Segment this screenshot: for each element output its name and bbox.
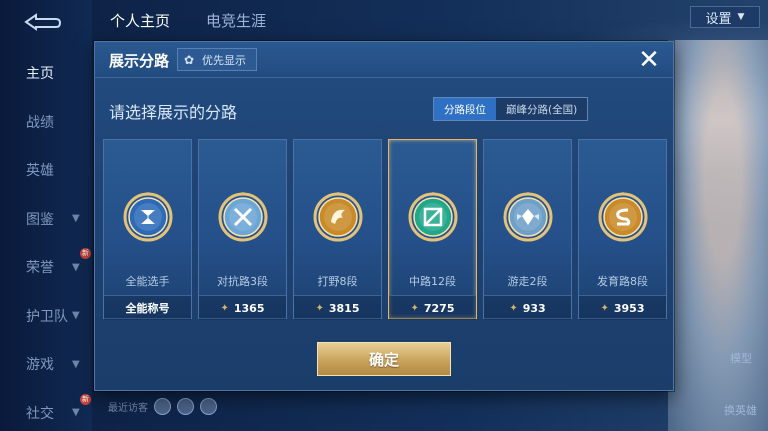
chevron-down-icon: ▼ xyxy=(737,12,745,22)
sidebar-item-label: 图鉴 xyxy=(26,211,54,228)
power-score-icon: ✦ xyxy=(220,302,229,314)
visitor-avatar[interactable] xyxy=(154,398,171,415)
lane-score: ✦ 3815 xyxy=(294,295,381,320)
lane-score: ✦ 1365 xyxy=(199,295,286,320)
lane-score: 全能称号 xyxy=(104,295,191,320)
new-badge: 新 xyxy=(80,393,91,405)
mid-lane-emblem-icon xyxy=(408,192,458,242)
clash-lane-emblem-icon xyxy=(218,192,268,242)
visitor-avatar[interactable] xyxy=(177,398,194,415)
sidebar-item[interactable]: 游戏 ▼ xyxy=(0,347,92,381)
confirm-button[interactable]: 确定 xyxy=(317,342,451,376)
priority-display-button[interactable]: ✿ 优先显示 xyxy=(177,48,257,71)
power-score-icon: ✦ xyxy=(410,302,419,314)
dialog-subtitle: 请选择展示的分路 xyxy=(109,103,238,122)
segment-lane-rank[interactable]: 分路段位 xyxy=(434,98,496,120)
sidebar: 主页 战绩 英雄 图鉴 ▼ 荣誉 ▼ 新护卫队 ▼ 游戏 ▼ 社交 ▼ 新 xyxy=(0,0,92,431)
sidebar-item-label: 战绩 xyxy=(26,114,54,131)
power-score-icon: ✦ xyxy=(315,302,324,314)
close-icon: ✕ xyxy=(638,45,660,75)
allround-emblem-icon xyxy=(123,192,173,242)
sidebar-item-label: 主页 xyxy=(26,66,54,82)
score-value: 1365 xyxy=(233,301,265,315)
lane-card[interactable]: 全能选手 全能称号 xyxy=(103,139,192,320)
chevron-down-icon: ▼ xyxy=(72,261,80,273)
recent-visitors: 最近访客 xyxy=(108,398,217,415)
lane-name: 发育路8段 xyxy=(597,275,648,288)
sidebar-item[interactable]: 主页 xyxy=(0,56,92,90)
jungle-emblem-icon xyxy=(313,192,363,242)
chevron-down-icon: ▼ xyxy=(72,213,80,224)
tab-esports-career[interactable]: 电竞生涯 xyxy=(206,10,266,31)
chevron-down-icon: ▼ xyxy=(72,358,80,370)
sidebar-item-label: 护卫队 xyxy=(26,308,68,325)
lane-mode-toggle: 分路段位 巅峰分路(全国) xyxy=(433,97,589,121)
lane-score: ✦ 933 xyxy=(484,295,571,320)
tab-personal-home[interactable]: 个人主页 xyxy=(110,10,170,31)
lane-card[interactable]: 中路12段 ✦ 7275 xyxy=(388,139,477,320)
change-hero-label[interactable]: 换英雄 xyxy=(724,402,757,418)
score-value: 3815 xyxy=(328,301,360,315)
back-icon[interactable] xyxy=(22,12,62,32)
sidebar-item-label: 社交 xyxy=(26,405,54,422)
score-value: 7275 xyxy=(423,301,455,315)
lane-name: 全能选手 xyxy=(125,275,170,288)
settings-label: 设置 xyxy=(705,11,732,27)
lane-name: 中路12段 xyxy=(409,275,456,288)
sidebar-item[interactable]: 英雄 xyxy=(0,153,92,187)
lane-card[interactable]: 对抗路3段 ✦ 1365 xyxy=(198,139,287,320)
model-label[interactable]: 模型 xyxy=(730,350,752,366)
gear-icon: ✿ xyxy=(184,53,195,67)
roam-emblem-icon xyxy=(503,192,553,242)
lane-score: ✦ 3953 xyxy=(579,295,666,320)
dialog-header: 展示分路 ✿ 优先显示 ✕ xyxy=(95,42,673,78)
lane-name: 打野8段 xyxy=(317,275,358,288)
lane-name: 对抗路3段 xyxy=(217,275,268,288)
segment-peak-lane[interactable]: 巅峰分路(全国) xyxy=(496,98,588,120)
lane-card[interactable]: 打野8段 ✦ 3815 xyxy=(293,139,382,320)
lane-cards: 全能选手 全能称号 对抗路3段 ✦ 1365 打野8段 ✦ 3815 中路12段 ✦ 7275 游走2… xyxy=(103,139,667,320)
sidebar-item[interactable]: 战绩 xyxy=(0,105,92,139)
score-value: 全能称号 xyxy=(125,302,170,315)
visitors-label: 最近访客 xyxy=(108,403,148,414)
lane-card[interactable]: 发育路8段 ✦ 3953 xyxy=(578,139,667,320)
sidebar-item-label: 英雄 xyxy=(26,163,54,179)
score-value: 933 xyxy=(522,301,546,315)
hero-portrait xyxy=(668,40,768,431)
farm-lane-emblem-icon xyxy=(598,192,648,242)
top-tabs: 个人主页 电竞生涯 xyxy=(110,10,266,31)
lane-display-dialog: 展示分路 ✿ 优先显示 ✕ 请选择展示的分路 分路段位 巅峰分路(全国) 全能选… xyxy=(94,41,674,391)
sidebar-item[interactable]: 荣誉 ▼ 新 xyxy=(0,248,92,284)
sidebar-item-label: 游戏 xyxy=(26,357,54,373)
lane-card[interactable]: 游走2段 ✦ 933 xyxy=(483,139,572,320)
score-value: 3953 xyxy=(613,301,645,315)
power-score-icon: ✦ xyxy=(600,302,609,314)
new-badge: 新 xyxy=(80,248,91,259)
chevron-down-icon: ▼ xyxy=(72,407,80,418)
lane-score: ✦ 7275 xyxy=(389,295,476,320)
sidebar-item[interactable]: 护卫队 ▼ xyxy=(0,299,92,333)
priority-label: 优先显示 xyxy=(202,53,246,67)
lane-name: 游走2段 xyxy=(507,275,548,288)
dialog-title: 展示分路 xyxy=(109,52,170,70)
visitor-avatar[interactable] xyxy=(200,398,217,415)
settings-button[interactable]: 设置 ▼ xyxy=(690,6,760,28)
chevron-down-icon: ▼ xyxy=(72,310,80,321)
sidebar-item[interactable]: 社交 ▼ 新 xyxy=(0,393,92,430)
sidebar-item[interactable]: 图鉴 ▼ xyxy=(0,202,92,236)
sidebar-item-label: 荣誉 xyxy=(26,260,54,276)
power-score-icon: ✦ xyxy=(509,302,518,314)
close-button[interactable]: ✕ xyxy=(635,46,663,74)
